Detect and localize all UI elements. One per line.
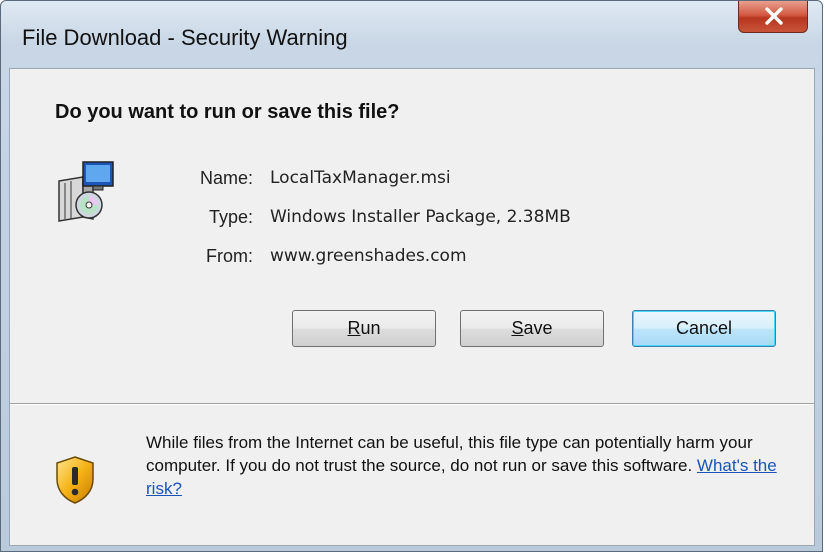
run-button[interactable]: Run [292, 310, 436, 347]
cancel-button[interactable]: Cancel [632, 310, 776, 347]
close-button[interactable] [738, 1, 808, 33]
from-label: From: [206, 246, 253, 266]
type-label: Type: [208, 207, 253, 227]
close-icon [765, 7, 783, 25]
installer-package-icon [58, 161, 114, 222]
save-button[interactable]: Save [460, 310, 604, 347]
download-pane: Do you want to run or save this file? Na… [10, 69, 814, 403]
shield-warning-icon [56, 456, 94, 504]
security-warning-message: While files from the Internet can be use… [146, 433, 777, 498]
file-type-value: Windows Installer Package, 2.38MB [270, 207, 571, 227]
file-name-value: LocalTaxManager.msi [270, 168, 451, 188]
warning-pane: While files from the Internet can be use… [10, 405, 814, 545]
window-title: File Download - Security Warning [22, 25, 348, 50]
title-bar[interactable]: File Download - Security Warning [1, 1, 822, 73]
dialog-question: Do you want to run or save this file? [55, 101, 400, 123]
file-source-value: www.greenshades.com [270, 246, 467, 266]
name-label: Name: [199, 168, 253, 188]
dialog-window: File Download - Security Warning Do you … [0, 0, 823, 552]
dialog-body: Do you want to run or save this file? Na… [9, 68, 815, 546]
